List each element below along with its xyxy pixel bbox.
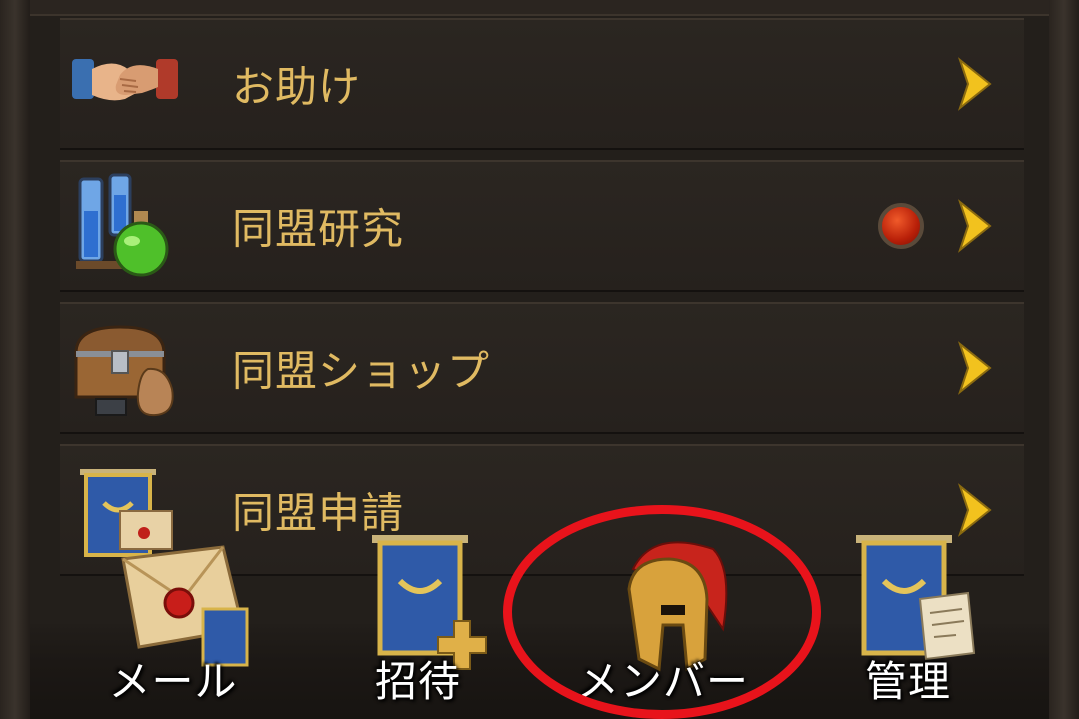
chevron-right-icon xyxy=(957,199,992,253)
chevron-right-icon xyxy=(957,57,992,111)
treasure-chest-icon xyxy=(74,325,174,417)
handshake-icon xyxy=(72,59,178,101)
nav-manage[interactable]: 管理 xyxy=(793,529,1023,719)
notification-badge xyxy=(878,203,924,249)
menu-item-research[interactable]: 同盟研究 xyxy=(60,160,1024,292)
chevron-right-icon xyxy=(957,341,992,395)
menu-item-label: 同盟研究 xyxy=(232,204,405,254)
nav-invite[interactable]: 招待 xyxy=(303,529,533,719)
nav-label: 招待 xyxy=(374,657,461,706)
menu-item-help[interactable]: お助け xyxy=(60,18,1024,150)
potion-flasks-icon xyxy=(76,173,169,277)
nav-label: メール xyxy=(108,657,238,706)
left-frame xyxy=(0,0,30,719)
nav-label: 管理 xyxy=(864,657,951,706)
menu-item-label: お助け xyxy=(232,62,362,112)
highlight-ring xyxy=(503,505,821,719)
top-strip xyxy=(30,0,1049,16)
menu-item-label: 同盟ショップ xyxy=(232,346,491,396)
right-frame xyxy=(1049,0,1079,719)
menu-item-shop[interactable]: 同盟ショップ xyxy=(60,302,1024,434)
nav-mail[interactable]: メール xyxy=(58,529,288,719)
